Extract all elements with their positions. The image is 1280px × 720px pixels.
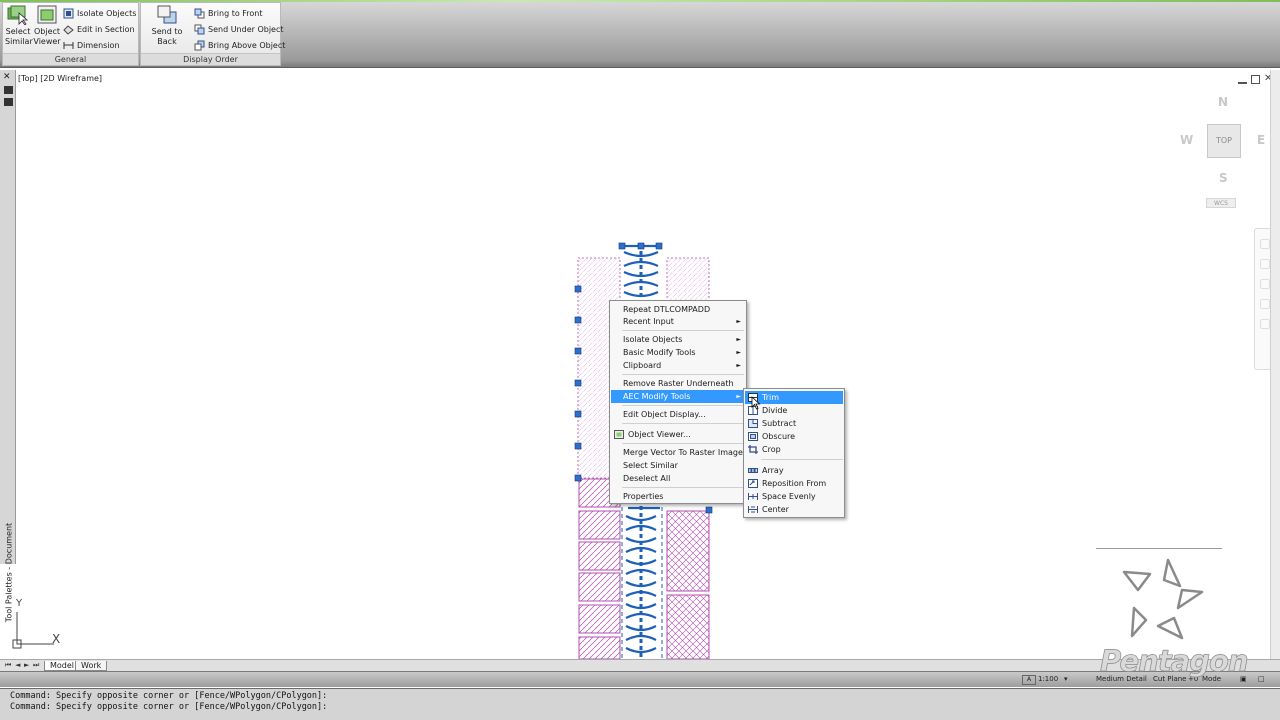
wcs-menu[interactable]: WCS xyxy=(1206,198,1236,208)
submenu-arrow-icon: ► xyxy=(736,393,741,400)
space-evenly-icon xyxy=(748,493,758,500)
center-icon xyxy=(748,506,758,513)
menu-separator xyxy=(761,459,843,460)
menu-item-properties[interactable]: Properties xyxy=(611,490,745,503)
menu-item-label: Properties xyxy=(623,492,664,501)
annotation-scale[interactable]: 1:100 xyxy=(1038,675,1058,683)
submenu-item-array[interactable]: Array xyxy=(745,464,843,477)
menu-separator xyxy=(622,443,744,444)
submenu-item-crop[interactable]: Crop xyxy=(745,443,843,456)
status-bar: A 1:100 ▾ Medium Detail Cut Plane +0 Mod… xyxy=(0,671,1280,687)
array-icon xyxy=(748,468,758,473)
menu-item-basic-modify-tools[interactable]: Basic Modify Tools ► xyxy=(611,346,745,359)
submenu-arrow-icon: ► xyxy=(736,362,741,369)
menu-item-label: Repeat DTLCOMPADD xyxy=(623,305,711,314)
pentagon-logo-icon xyxy=(1122,558,1204,640)
menu-item-label: Isolate Objects xyxy=(623,335,683,344)
menu-item-isolate-objects[interactable]: Isolate Objects ► xyxy=(611,333,745,346)
first-tab-icon[interactable]: ⏮ xyxy=(5,661,11,670)
chevron-down-icon[interactable]: ▾ xyxy=(1064,675,1068,683)
zoom-icon[interactable] xyxy=(1260,279,1270,289)
obscure-icon xyxy=(748,432,758,441)
steering-wheel-icon[interactable] xyxy=(1260,239,1270,249)
menu-item-label: Edit Object Display... xyxy=(623,410,706,419)
viewcube-east[interactable]: E xyxy=(1257,133,1265,147)
subtract-icon xyxy=(748,419,758,428)
object-viewer-icon xyxy=(614,430,624,439)
layout-tabs-bar: ⏮ ◄ ► ⏭ Model Work xyxy=(0,659,1280,671)
viewcube-south[interactable]: S xyxy=(1219,171,1228,185)
viewcube-north[interactable]: N xyxy=(1218,95,1228,109)
submenu-item-space-evenly[interactable]: Space Evenly xyxy=(745,490,843,503)
crop-icon xyxy=(748,445,758,454)
watermark-text: Pentagon xyxy=(1100,644,1249,679)
viewcube-top-face[interactable]: TOP xyxy=(1207,124,1241,158)
menu-separator xyxy=(622,423,744,424)
showmotion-icon[interactable] xyxy=(1260,319,1270,329)
menu-item-edit-object-display[interactable]: Edit Object Display... xyxy=(611,408,745,421)
menu-separator xyxy=(622,487,744,488)
submenu-item-center[interactable]: Center xyxy=(745,503,843,516)
menu-separator xyxy=(622,374,744,375)
menu-item-clipboard[interactable]: Clipboard ► xyxy=(611,359,745,372)
command-history-line: Command: Specify opposite corner or [Fen… xyxy=(10,702,328,712)
menu-item-aec-modify-tools[interactable]: AEC Modify Tools ► xyxy=(611,390,745,403)
pentagon-watermark: Pentagon xyxy=(1096,548,1249,688)
orbit-icon[interactable] xyxy=(1260,299,1270,309)
menu-separator xyxy=(622,330,744,331)
menu-item-label: Select Similar xyxy=(623,461,678,470)
reposition-from-icon xyxy=(748,479,758,488)
menu-item-label: Recent Input xyxy=(623,317,674,326)
submenu-item-label: Space Evenly xyxy=(762,492,816,501)
menu-item-select-similar[interactable]: Select Similar xyxy=(611,459,745,472)
mouse-cursor-icon xyxy=(751,396,761,410)
context-menu: Repeat DTLCOMPADD Recent Input ► Isolate … xyxy=(609,300,747,504)
menu-item-label: Object Viewer... xyxy=(628,430,691,439)
menu-item-remove-raster-underneath[interactable]: Remove Raster Underneath xyxy=(611,377,745,390)
menu-item-object-viewer[interactable]: Object Viewer... xyxy=(611,428,745,441)
submenu-arrow-icon: ► xyxy=(736,336,741,343)
submenu-item-label: Trim xyxy=(762,393,780,402)
vertical-scrollbar[interactable] xyxy=(1270,70,1280,660)
submenu-item-reposition-from[interactable]: Reposition From xyxy=(745,477,843,490)
watermark-divider xyxy=(1096,548,1222,549)
menu-item-merge-vector-to-raster-image[interactable]: Merge Vector To Raster Image xyxy=(611,446,745,459)
submenu-arrow-icon: ► xyxy=(736,318,741,325)
prev-tab-icon[interactable]: ◄ xyxy=(15,661,20,669)
viewcube[interactable]: N W E S TOP WCS xyxy=(1170,92,1276,212)
pan-icon[interactable] xyxy=(1260,259,1270,269)
menu-item-label: Remove Raster Underneath xyxy=(623,379,734,388)
menu-item-label: AEC Modify Tools xyxy=(623,392,691,401)
last-tab-icon[interactable]: ⏭ xyxy=(33,661,39,670)
command-line[interactable]: Command: Specify opposite corner or [Fen… xyxy=(0,688,1280,720)
menu-item-label: Basic Modify Tools xyxy=(623,348,696,357)
viewcube-west[interactable]: W xyxy=(1180,133,1193,147)
annotation-scale-icon[interactable]: A xyxy=(1022,675,1036,685)
menu-item-label: Deselect All xyxy=(623,474,671,483)
submenu-item-label: Obscure xyxy=(762,432,796,441)
ucs-x-label: X xyxy=(52,632,61,646)
menu-separator xyxy=(622,405,744,406)
fullscreen-icon[interactable]: □ xyxy=(1258,675,1265,683)
submenu-item-obscure[interactable]: Obscure xyxy=(745,430,843,443)
menu-item-label: Merge Vector To Raster Image xyxy=(623,448,743,457)
next-tab-icon[interactable]: ► xyxy=(24,661,29,669)
submenu-arrow-icon: ► xyxy=(736,349,741,356)
submenu-item-label: Center xyxy=(762,505,789,514)
tab-work[interactable]: Work xyxy=(75,661,108,671)
submenu-item-label: Crop xyxy=(762,445,781,454)
ucs-y-label: Y xyxy=(16,598,23,609)
menu-item-deselect-all[interactable]: Deselect All xyxy=(611,472,745,485)
submenu-item-subtract[interactable]: Subtract xyxy=(745,417,843,430)
submenu-item-label: Divide xyxy=(762,406,788,415)
menu-item-label: Clipboard xyxy=(623,361,662,370)
submenu-item-label: Array xyxy=(762,466,784,475)
command-history-line: Command: Specify opposite corner or [Fen… xyxy=(10,691,328,701)
submenu-item-label: Reposition From xyxy=(762,479,827,488)
menu-item-recent-input[interactable]: Recent Input ► xyxy=(611,315,745,328)
submenu-item-label: Subtract xyxy=(762,419,797,428)
